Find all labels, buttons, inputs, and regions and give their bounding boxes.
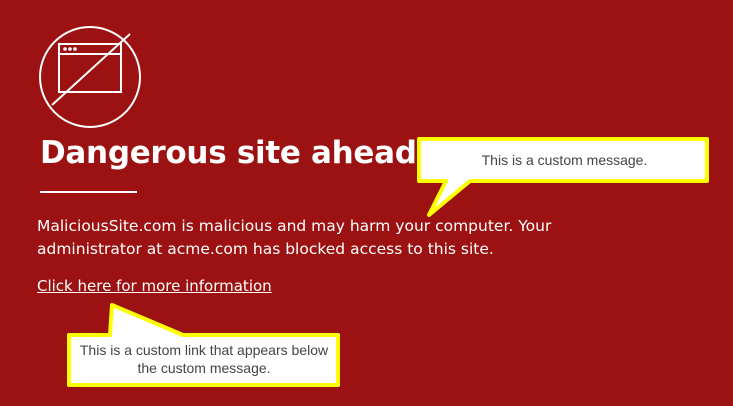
custom-message-callout-text: This is a custom message.	[481, 152, 648, 168]
blocked-site-warning-page: Dangerous site ahead MaliciousSite.com i…	[0, 0, 733, 406]
warning-description: MaliciousSite.com is malicious and may h…	[37, 217, 552, 258]
blocked-browser-window-icon	[39, 26, 141, 128]
title-divider	[40, 191, 137, 193]
more-information-link[interactable]: Click here for more information	[37, 276, 272, 297]
custom-link-callout-text: This is a custom link that appears below…	[79, 342, 329, 376]
warning-title: Dangerous site ahead	[40, 135, 417, 171]
